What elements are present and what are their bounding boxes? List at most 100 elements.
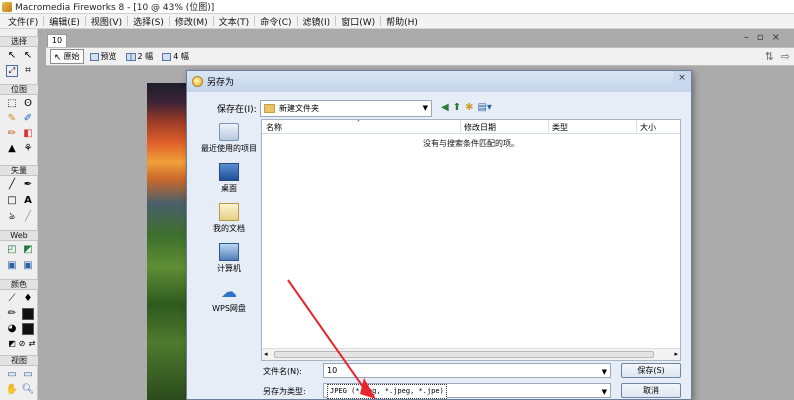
menu-help[interactable]: 帮助(H) [382,15,422,28]
hand-tool-icon[interactable]: ✋ [6,384,18,396]
chevron-down-icon[interactable]: ▼ [602,386,607,399]
paint-bucket-icon[interactable]: ♦ [22,293,34,305]
chevron-down-icon[interactable]: ▼ [602,366,607,379]
preview-view-button[interactable]: 预览 [87,50,120,63]
menu-window[interactable]: 窗口(W) [337,15,379,28]
stroke-color-swatch[interactable] [22,308,34,320]
back-icon[interactable]: ◀ [441,102,449,113]
place-recent-label: 最近使用的项目 [201,144,257,153]
close-icon[interactable]: × [772,32,788,43]
standard-screen-icon[interactable]: ▭ [6,369,18,381]
window-title: Macromedia Fireworks 8 - [10 @ 43% (位图)] [15,3,215,13]
cloud-icon: ☁ [221,282,237,301]
filetype-label: 另存为类型: [263,387,306,396]
crop-tool-icon[interactable]: ⌗ [22,65,34,77]
export-icon[interactable]: ⇨ [781,50,790,63]
pencil-tool-icon[interactable]: ✏ [6,128,18,140]
save-in-dropdown[interactable]: 新建文件夹 ▼ [260,100,432,117]
text-tool-icon[interactable]: A [22,195,34,207]
menu-filters[interactable]: 滤镜(I) [299,15,335,28]
recent-items-icon [219,123,239,141]
scroll-right-icon[interactable]: ▸ [674,350,678,358]
stroke-color-icon[interactable]: ✏ [6,308,18,320]
place-recent[interactable]: 最近使用的项目 [197,123,261,154]
fill-color-swatch[interactable] [22,323,34,335]
knife-tool-icon[interactable]: ╱ [22,211,34,223]
new-folder-icon[interactable]: ✱ [465,102,473,113]
filename-input[interactable]: 10 ▼ [323,363,611,378]
fireworks-dialog-icon [192,76,203,87]
four-up-view-button[interactable]: 4 幅 [159,50,192,63]
scrollbar-thumb[interactable] [274,351,654,358]
slice-tool-icon[interactable]: ◩ [22,244,34,256]
menu-commands[interactable]: 命令(C) [256,15,295,28]
filetype-select[interactable]: JPEG (*.jpg, *.jpeg, *.jpe) ▼ [323,383,611,399]
blur-tool-icon[interactable]: ▲ [6,143,18,155]
hide-slices-icon[interactable]: ▣ [6,260,18,272]
lasso-tool-icon[interactable]: ʘ [22,98,34,110]
restore-icon[interactable]: ▫ [757,32,772,43]
freeform-tool-icon[interactable]: ঌ [6,211,18,223]
minimize-icon[interactable]: – [744,32,757,43]
pointer-icon: ↖ [54,52,62,63]
two-up-view-button[interactable]: 2 幅 [123,50,157,63]
place-computer[interactable]: 计算机 [197,243,261,274]
save-in-label: 保存在(I): [217,105,257,115]
menu-view[interactable]: 视图(V) [87,15,126,28]
column-divider [548,120,549,134]
fill-color-icon[interactable]: ◕ [6,323,18,335]
swap-colors-icon[interactable]: ⇄ [26,338,38,350]
view-menu-icon[interactable]: ▤▾ [477,102,491,113]
up-folder-icon[interactable]: ⬆ [453,102,461,113]
place-desktop[interactable]: 桌面 [197,163,261,194]
filename-label: 文件名(N): [263,367,302,376]
tools-section-web: Web [0,230,38,241]
rectangle-tool-icon[interactable]: □ [6,195,18,207]
full-screen-menu-icon[interactable]: ▭ [22,369,34,381]
document-tab[interactable]: 10 [47,34,67,47]
column-modified[interactable]: 修改日期 [464,122,496,133]
place-wps-cloud[interactable]: ☁ WPS网盘 [197,283,261,314]
places-bar: 最近使用的项目 桌面 我的文档 计算机 ☁ WPS网盘 [197,119,261,400]
magic-wand-icon[interactable]: ✎ [6,113,18,125]
zoom-tool-icon[interactable]: 🔍︎ [22,384,35,396]
hotspot-tool-icon[interactable]: ◰ [6,244,18,256]
dialog-close-button[interactable]: × [673,71,691,85]
chevron-down-icon: ▼ [422,104,428,112]
scroll-left-icon[interactable]: ◂ [264,350,268,358]
pointer-tool-icon[interactable]: ↖ [6,50,18,62]
menu-text[interactable]: 文本(T) [215,15,254,28]
line-tool-icon[interactable]: ╱ [6,179,18,191]
save-as-dialog: 另存为 × 保存在(I): 新建文件夹 ▼ ◀ ⬆ ✱ ▤▾ 最近使用的项目 桌… [186,70,692,400]
subselect-tool-icon[interactable]: ↖ [22,50,34,62]
column-type[interactable]: 类型 [552,122,568,133]
menu-modify[interactable]: 修改(M) [171,15,212,28]
column-size[interactable]: 大小 [640,122,656,133]
tools-section-view: 视图 [0,355,38,366]
original-view-button[interactable]: ↖ 原始 [50,49,84,64]
column-name[interactable]: 名称 [266,122,282,133]
marquee-tool-icon[interactable]: ⬚ [6,98,18,110]
horizontal-scrollbar[interactable]: ◂ ▸ [262,348,680,360]
menu-select[interactable]: 选择(S) [129,15,168,28]
eraser-tool-icon[interactable]: ◧ [22,128,34,140]
dialog-title: 另存为 [207,78,235,88]
brush-tool-icon[interactable]: ✐ [22,113,34,125]
cancel-button[interactable]: 取消 [621,383,681,398]
tools-section-vector: 矢量 [0,165,38,176]
place-documents[interactable]: 我的文档 [197,203,261,234]
rubber-stamp-icon[interactable]: ⚘ [22,143,34,155]
save-button[interactable]: 保存(S) [621,363,681,378]
place-computer-label: 计算机 [217,264,241,273]
preview-view-label: 预览 [100,52,117,61]
file-list[interactable]: 名称 ˄ 修改日期 类型 大小 没有与搜索条件匹配的项。 ◂ ▸ [261,119,681,361]
four-up-icon [162,52,172,61]
scale-tool-icon[interactable]: ⤢ [6,65,18,77]
pen-tool-icon[interactable]: ✒ [22,179,34,191]
menu-file[interactable]: 文件(F) [4,15,42,28]
eyedropper-tool-icon[interactable]: ⟋ [6,293,18,305]
scale-arrows-icon[interactable]: ⇅ [765,50,774,63]
menu-edit[interactable]: 编辑(E) [45,15,84,28]
place-documents-label: 我的文档 [213,224,245,233]
show-slices-icon[interactable]: ▣ [22,260,34,272]
